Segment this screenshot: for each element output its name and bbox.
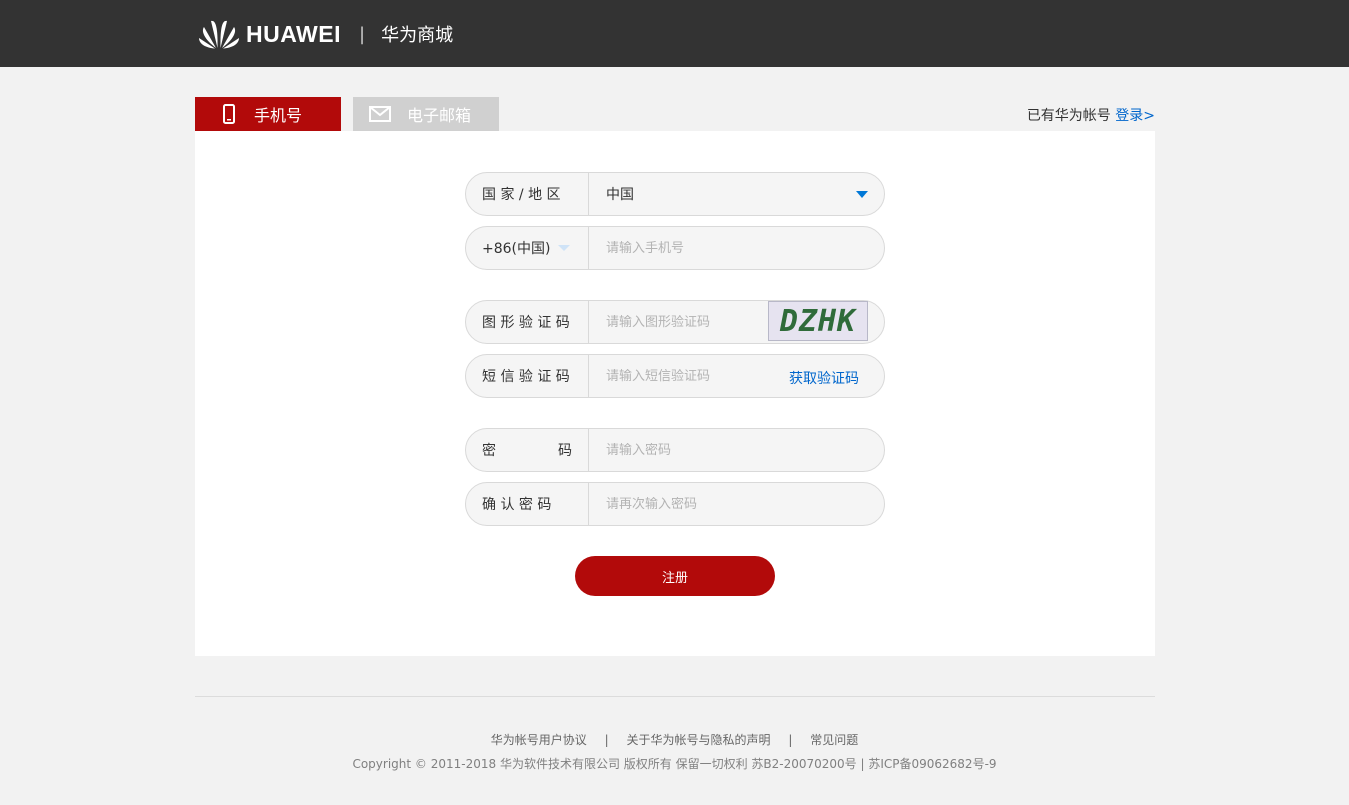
password-label: 密 码: [466, 429, 589, 471]
login-prompt: 已有华为帐号 登录>: [1027, 105, 1155, 125]
register-button[interactable]: 注册: [575, 556, 775, 596]
tab-email-label: 电子邮箱: [407, 106, 472, 125]
chevron-down-icon: [558, 245, 571, 251]
captcha-image[interactable]: DZHK: [768, 301, 868, 341]
confirm-password-input[interactable]: [606, 496, 776, 512]
mail-icon: [369, 106, 391, 122]
captcha-image-text: DZHK: [779, 303, 857, 339]
shop-name: 华为商城: [381, 25, 454, 46]
country-select[interactable]: 中国: [589, 173, 884, 215]
footer-separator: |: [604, 733, 609, 747]
country-label: 国 家 / 地 区: [466, 173, 589, 215]
sms-field: 短 信 验 证 码 获取验证码: [465, 354, 885, 398]
tab-phone-label: 手机号: [254, 106, 303, 125]
footer-link-privacy[interactable]: 关于华为帐号与隐私的声明: [626, 733, 770, 747]
country-code-value: +86(中国): [482, 241, 551, 257]
captcha-field: 图 形 验 证 码 DZHK: [465, 300, 885, 344]
get-code-button[interactable]: 获取验证码: [789, 368, 859, 388]
sms-label: 短 信 验 证 码: [466, 355, 589, 397]
dropdown-arrow-icon[interactable]: [856, 191, 868, 198]
password-label-left: 密: [482, 443, 496, 459]
login-prompt-text: 已有华为帐号: [1026, 108, 1111, 124]
huawei-flower-icon: [199, 20, 239, 49]
footer-divider: [195, 696, 1155, 697]
country-code-select[interactable]: +86(中国): [466, 227, 589, 269]
tab-email[interactable]: 电子邮箱: [353, 97, 499, 131]
brand-name: HUAWEI: [246, 20, 341, 47]
password-label-right: 码: [558, 443, 572, 459]
password-input[interactable]: [606, 442, 776, 458]
header-separator: |: [359, 23, 366, 45]
huawei-logo[interactable]: HUAWEI | 华为商城: [198, 17, 453, 51]
footer-link-faq[interactable]: 常见问题: [810, 733, 858, 747]
phone-icon: [220, 104, 238, 124]
captcha-input[interactable]: [606, 314, 776, 330]
footer-link-user-agreement[interactable]: 华为帐号用户协议: [491, 733, 587, 747]
top-header: HUAWEI | 华为商城: [0, 0, 1349, 67]
captcha-label: 图 形 验 证 码: [466, 301, 589, 343]
copyright: Copyright © 2011-2018 华为软件技术有限公司 版权所有 保留…: [352, 757, 997, 771]
sms-input[interactable]: [606, 368, 776, 384]
tab-phone[interactable]: 手机号: [195, 97, 341, 131]
confirm-password-field: 确 认 密 码: [465, 482, 885, 526]
footer-links: 华为帐号用户协议 | 关于华为帐号与隐私的声明 | 常见问题: [0, 731, 1349, 748]
country-field[interactable]: 国 家 / 地 区 中国: [465, 172, 885, 216]
country-value: 中国: [606, 187, 634, 203]
password-field: 密 码: [465, 428, 885, 472]
phone-field: +86(中国): [465, 226, 885, 270]
login-link[interactable]: 登录>: [1115, 108, 1155, 124]
footer-separator: |: [788, 733, 793, 747]
confirm-password-label: 确 认 密 码: [466, 483, 589, 525]
register-card: 国 家 / 地 区 中国 +86(中国) 图 形 验 证 码 DZHK 短 信 …: [195, 131, 1155, 656]
phone-input[interactable]: [606, 240, 776, 256]
